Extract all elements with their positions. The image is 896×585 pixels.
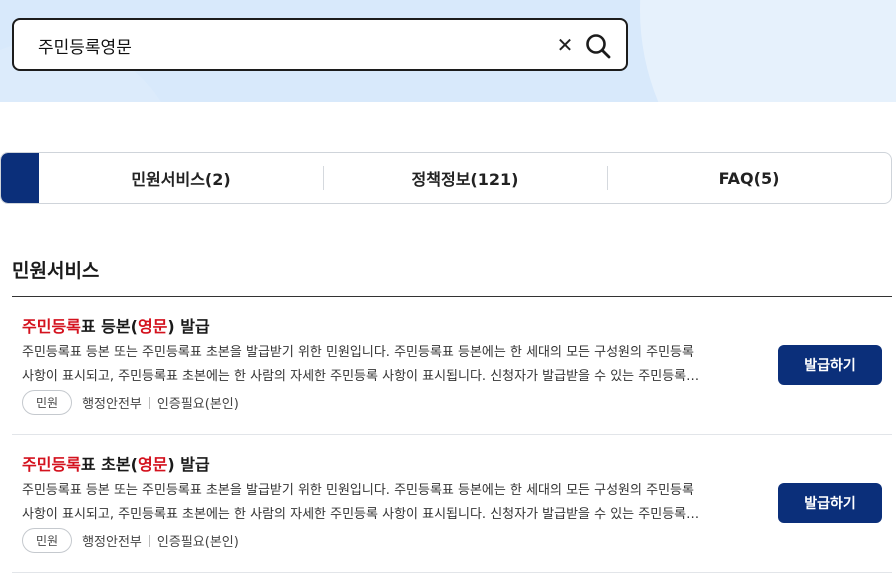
search-input[interactable]: [38, 32, 518, 58]
tab-policy-info[interactable]: 정책정보(121): [323, 153, 607, 203]
category-badge: 민원: [22, 390, 73, 415]
issue-button[interactable]: 발급하기: [778, 483, 882, 523]
title-text: ) 발급: [167, 317, 210, 336]
result-meta: 민원 행정안전부 인증필요(본인): [22, 528, 239, 553]
title-text: ) 발급: [167, 455, 210, 474]
auth-requirement: 인증필요(본인): [156, 535, 239, 550]
description-line: 사항이 표시되고, 주민등록표 초본에는 한 사람의 자세한 주민등록 사항이 …: [22, 507, 700, 522]
meta-divider: [148, 396, 150, 409]
description-line: 주민등록표 등본 또는 주민등록표 초본을 발급받기 위한 민원입니다. 주민등…: [22, 483, 694, 498]
result-title[interactable]: 주민등록표 초본(영문) 발급: [22, 451, 210, 475]
auth-requirement: 인증필요(본인): [156, 397, 239, 412]
close-icon[interactable]: ✕: [554, 33, 576, 57]
search-icon[interactable]: [584, 32, 612, 60]
description-line: 주민등록표 등본 또는 주민등록표 초본을 발급받기 위한 민원입니다. 주민등…: [22, 345, 694, 360]
result-title[interactable]: 주민등록표 등본(영문) 발급: [22, 313, 210, 337]
agency-name: 행정안전부: [82, 535, 142, 550]
result-meta: 민원 행정안전부 인증필요(본인): [22, 390, 239, 415]
search-box: ✕: [12, 18, 628, 71]
tab-civil-services[interactable]: 민원서비스(2): [39, 153, 323, 203]
description-line: 사항이 표시되고, 주민등록표 초본에는 한 사람의 자세한 주민등록 사항이 …: [22, 369, 700, 384]
title-highlight: 주민등록: [22, 455, 81, 474]
active-tab-indicator: [1, 153, 39, 203]
banner-decoration: [640, 0, 896, 102]
search-banner: ✕: [0, 0, 896, 102]
result-description: 주민등록표 등본 또는 주민등록표 초본을 발급받기 위한 민원입니다. 주민등…: [22, 479, 752, 527]
result-item: 주민등록표 등본(영문) 발급 주민등록표 등본 또는 주민등록표 초본을 발급…: [12, 297, 892, 435]
result-item: 주민등록표 초본(영문) 발급 주민등록표 등본 또는 주민등록표 초본을 발급…: [12, 435, 892, 573]
tab-faq[interactable]: FAQ(5): [607, 153, 891, 203]
section-title: 민원서비스: [12, 260, 100, 282]
agency-name: 행정안전부: [82, 397, 142, 412]
category-badge: 민원: [22, 528, 73, 553]
title-highlight: 영문: [137, 455, 168, 474]
meta-divider: [148, 534, 150, 547]
title-text: 표 등본(: [80, 317, 138, 336]
title-highlight: 주민등록: [22, 317, 81, 336]
issue-button[interactable]: 발급하기: [778, 345, 882, 385]
result-description: 주민등록표 등본 또는 주민등록표 초본을 발급받기 위한 민원입니다. 주민등…: [22, 341, 752, 389]
result-tabs: 민원서비스(2) 정책정보(121) FAQ(5): [0, 152, 892, 204]
title-text: 표 초본(: [80, 455, 138, 474]
title-highlight: 영문: [137, 317, 168, 336]
